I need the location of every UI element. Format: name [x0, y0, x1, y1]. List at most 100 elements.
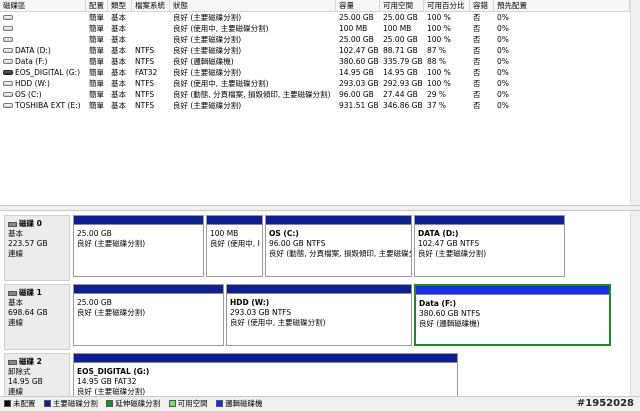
cell-type: 基本	[108, 67, 132, 78]
partition[interactable]: 100 MB 良好 (使用中, I	[206, 215, 263, 277]
disk-map-scrollbar[interactable]	[630, 211, 640, 396]
volume-row[interactable]: 簡單 基本 良好 (主要磁碟分割) 25.00 GB 25.00 GB 100 % 否 0%	[0, 12, 630, 23]
disk-size: 698.64 GB	[8, 308, 48, 317]
cell-overhead-text: 0%	[497, 90, 509, 99]
column-header-free-percent[interactable]: 可用百分比	[424, 0, 470, 11]
cell-free-space-text: 292.93 GB	[383, 79, 423, 88]
volume-row[interactable]: HDD (W:) 簡單 基本 NTFS 良好 (使用中, 主要磁碟分割) 293.03 G…	[0, 78, 630, 89]
cell-capacity: 25.00 GB	[336, 34, 380, 45]
volume-row[interactable]: OS (C:) 簡單 基本 NTFS 良好 (動態, 分頁檔案, 損毀傾印, 主要磁碟分…	[0, 89, 630, 100]
cell-fault-tolerance-text: 否	[473, 46, 481, 55]
cell-type-text: 基本	[111, 57, 126, 66]
cell-type: 基本	[108, 34, 132, 45]
cell-capacity-text: 14.95 GB	[339, 68, 374, 77]
volume-row[interactable]: 簡單 基本 良好 (使用中, 主要磁碟分割) 100 MB 100 MB 100 % 否 0%	[0, 23, 630, 34]
partition[interactable]: 25.00 GB 良好 (主要磁碟分割)	[73, 215, 204, 277]
cell-overhead-text: 0%	[497, 13, 509, 22]
cell-filesystem	[132, 23, 170, 34]
partition-status: 良好 (使用中, I	[210, 239, 260, 248]
cell-fault-tolerance: 否	[470, 12, 494, 23]
cell-status: 良好 (動態, 分頁檔案, 損毀傾印, 主要磁碟分割)	[170, 89, 336, 100]
cell-free-percent: 100 %	[424, 78, 470, 89]
cell-capacity: 931.51 GB	[336, 100, 380, 111]
cell-capacity-text: 931.51 GB	[339, 101, 379, 110]
cell-fault-tolerance-text: 否	[473, 90, 481, 99]
cell-filesystem-text: FAT32	[135, 68, 158, 77]
disk-icon	[8, 290, 17, 296]
cell-layout-text: 簡單	[89, 101, 104, 110]
volume-row[interactable]: EOS_DIGITAL (G:) 簡單 基本 FAT32 良好 (主要磁碟分割) 14.9…	[0, 67, 630, 78]
cell-volume-text: DATA (D:)	[15, 46, 51, 55]
column-header-type[interactable]: 類型	[108, 0, 132, 11]
cell-filesystem: NTFS	[132, 45, 170, 56]
partition-size: 96.00 GB NTFS	[269, 239, 326, 248]
cell-free-space: 25.00 GB	[380, 12, 424, 23]
removable-disk-icon	[8, 359, 17, 365]
cell-overhead: 0%	[494, 100, 630, 111]
partition-status: 良好 (邏輯磁碟機)	[419, 319, 480, 328]
volume-row[interactable]: Data (F:) 簡單 基本 NTFS 良好 (邏輯磁碟機) 380.60 GB 335.…	[0, 56, 630, 67]
cell-free-space-text: 27.44 GB	[383, 90, 418, 99]
cell-overhead: 0%	[494, 56, 630, 67]
volume-row[interactable]: 簡單 基本 良好 (主要磁碟分割) 25.00 GB 25.00 GB 100 % 否 0%	[0, 34, 630, 45]
cell-free-percent-text: 29 %	[427, 90, 447, 99]
cell-filesystem	[132, 12, 170, 23]
cell-type: 基本	[108, 89, 132, 100]
disk-state: 連線	[8, 318, 23, 327]
cell-free-percent-text: 100 %	[427, 13, 451, 22]
partition[interactable]: HDD (W:) 293.03 GB NTFS 良好 (使用中, 主要磁碟分割)	[226, 284, 412, 346]
volume-row[interactable]: TOSHIBA EXT (E:) 簡單 基本 NTFS 良好 (主要磁碟分割) 931.5…	[0, 100, 630, 111]
cell-status: 良好 (使用中, 主要磁碟分割)	[170, 23, 336, 34]
column-header-layout[interactable]: 配置	[86, 0, 108, 11]
partition[interactable]: 25.00 GB 良好 (主要磁碟分割)	[73, 284, 224, 346]
cell-overhead: 0%	[494, 78, 630, 89]
column-header-overhead[interactable]: 預先配置	[494, 0, 630, 11]
cell-status: 良好 (主要磁碟分割)	[170, 67, 336, 78]
cell-layout: 簡單	[86, 56, 108, 67]
cell-free-percent: 100 %	[424, 12, 470, 23]
disk-label[interactable]: 磁碟 1 基本 698.64 GB 連線	[4, 284, 70, 350]
watermark-text: #1952028	[576, 398, 634, 409]
cell-free-space-text: 25.00 GB	[383, 35, 418, 44]
cell-free-space: 27.44 GB	[380, 89, 424, 100]
cell-overhead-text: 0%	[497, 101, 509, 110]
disk-label[interactable]: 磁碟 0 基本 223.57 GB 連線	[4, 215, 70, 281]
partition[interactable]: DATA (D:) 102.47 GB NTFS 良好 (主要磁碟分割)	[414, 215, 565, 277]
cell-capacity: 25.00 GB	[336, 12, 380, 23]
cell-fault-tolerance-text: 否	[473, 68, 481, 77]
volume-list-scrollbar[interactable]	[630, 0, 640, 205]
cell-filesystem	[132, 34, 170, 45]
column-header-capacity[interactable]: 容量	[336, 0, 380, 11]
partition-selected[interactable]: Data (F:) 380.60 GB NTFS 良好 (邏輯磁碟機)	[414, 284, 611, 346]
cell-overhead-text: 0%	[497, 79, 509, 88]
partition[interactable]: OS (C:) 96.00 GB NTFS 良好 (動態, 分頁檔案, 損毀傾印, …	[265, 215, 412, 277]
cell-free-space-text: 335.79 GB	[383, 57, 423, 66]
cell-filesystem-text: NTFS	[135, 46, 155, 55]
legend-bar: 未配置 主要磁碟分割 延伸磁碟分割 可用空間 邏輯磁碟機 #1952028	[0, 396, 640, 411]
column-header-status[interactable]: 狀態	[170, 0, 336, 11]
column-header-volume[interactable]: 磁碟區	[0, 0, 86, 11]
partition-size: 102.47 GB NTFS	[418, 239, 480, 248]
column-header-free-space[interactable]: 可用空間	[380, 0, 424, 11]
legend-label: 延伸磁碟分割	[115, 399, 161, 408]
cell-capacity: 14.95 GB	[336, 67, 380, 78]
cell-capacity-text: 96.00 GB	[339, 90, 374, 99]
volume-row[interactable]: DATA (D:) 簡單 基本 NTFS 良好 (主要磁碟分割) 102.47 GB 88.…	[0, 45, 630, 56]
cell-fault-tolerance: 否	[470, 23, 494, 34]
cell-capacity: 96.00 GB	[336, 89, 380, 100]
partition-size: 14.95 GB FAT32	[77, 377, 137, 386]
cell-free-space-text: 25.00 GB	[383, 13, 418, 22]
cell-type-text: 基本	[111, 101, 126, 110]
disk-name: 磁碟 1	[19, 288, 42, 297]
partition[interactable]: EOS_DIGITAL (G:) 14.95 GB FAT32 良好 (主要磁碟分割…	[73, 353, 458, 396]
column-header-fault-tolerance[interactable]: 容錯	[470, 0, 494, 11]
column-header-filesystem[interactable]: 檔案系統	[132, 0, 170, 11]
cell-free-space: 346.86 GB	[380, 100, 424, 111]
cell-layout: 簡單	[86, 78, 108, 89]
cell-free-space: 100 MB	[380, 23, 424, 34]
cell-status: 良好 (主要磁碟分割)	[170, 45, 336, 56]
disk-label[interactable]: 磁碟 2 卸除式 14.95 GB 連線	[4, 353, 70, 396]
legend-swatch	[216, 399, 224, 407]
cell-capacity: 102.47 GB	[336, 45, 380, 56]
cell-overhead: 0%	[494, 12, 630, 23]
